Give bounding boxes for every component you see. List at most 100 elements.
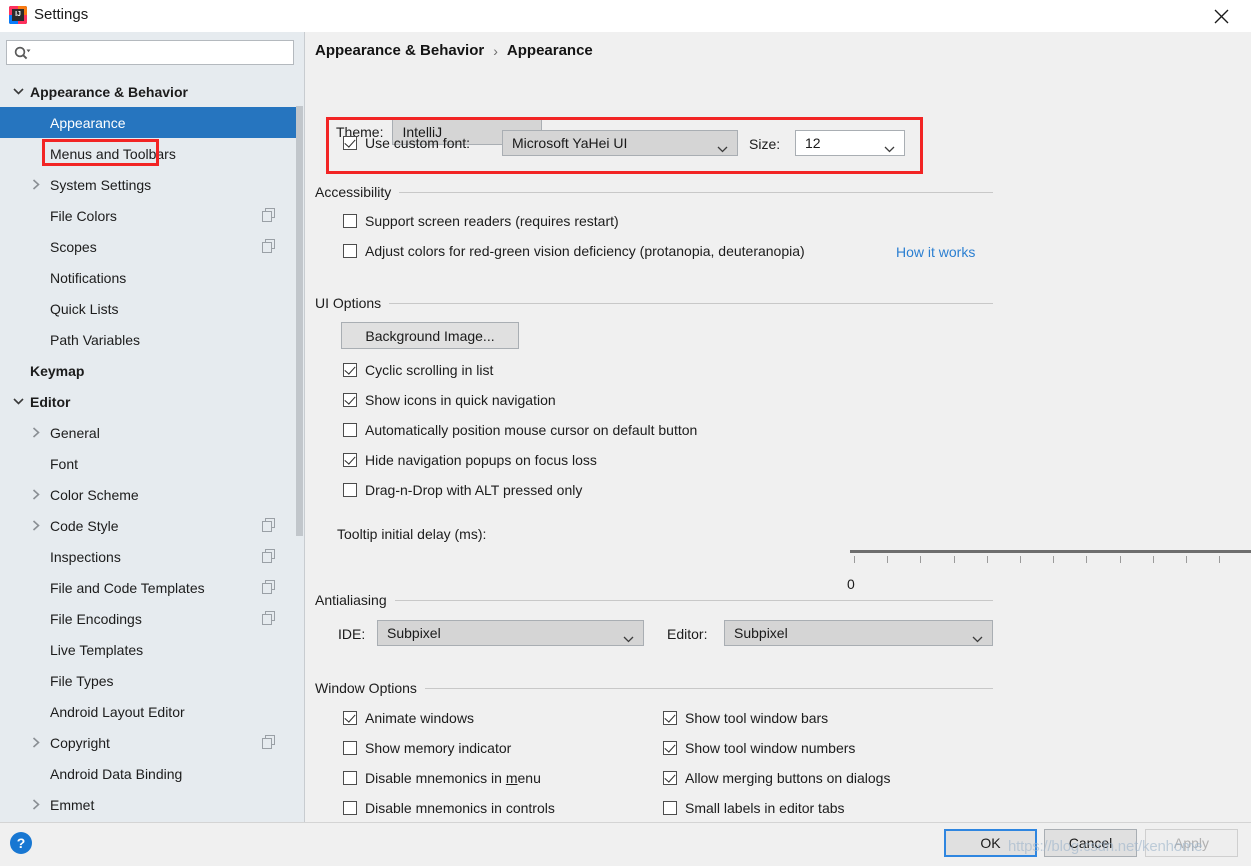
- cyclic-scrolling-checkbox[interactable]: [343, 363, 357, 377]
- chevron-right-icon[interactable]: [28, 487, 44, 503]
- sidebar-item-label: Color Scheme: [50, 487, 139, 503]
- drag-drop-alt-label: Drag-n-Drop with ALT pressed only: [365, 482, 582, 498]
- disable-mnemonics-controls-label: Disable mnemonics in controls: [365, 800, 555, 816]
- show-tool-window-bars-checkbox[interactable]: [663, 711, 677, 725]
- chevron-right-icon[interactable]: [28, 177, 44, 193]
- custom-font-dropdown[interactable]: Microsoft YaHei UI: [502, 130, 738, 156]
- copy-settings-icon[interactable]: [262, 549, 276, 563]
- show-memory-indicator-row[interactable]: Show memory indicator: [343, 740, 511, 756]
- font-size-dropdown[interactable]: 12: [795, 130, 905, 156]
- copy-settings-icon[interactable]: [262, 735, 276, 749]
- sidebar-item-android-data-binding[interactable]: Android Data Binding: [0, 758, 296, 789]
- cancel-button[interactable]: Cancel: [1044, 829, 1137, 857]
- copy-settings-icon[interactable]: [262, 239, 276, 253]
- sidebar-item-keymap[interactable]: Keymap: [0, 355, 296, 386]
- auto-position-cursor-row[interactable]: Automatically position mouse cursor on d…: [343, 422, 697, 438]
- show-tool-window-bars-row[interactable]: Show tool window bars: [663, 710, 828, 726]
- show-tool-window-numbers-checkbox[interactable]: [663, 741, 677, 755]
- disable-mnemonics-controls-row[interactable]: Disable mnemonics in controls: [343, 800, 555, 816]
- chevron-right-icon[interactable]: [28, 797, 44, 813]
- breadcrumb-root[interactable]: Appearance & Behavior: [315, 42, 484, 59]
- sidebar-item-menus-and-toolbars[interactable]: Menus and Toolbars: [0, 138, 296, 169]
- sidebar-item-appearance[interactable]: Appearance: [0, 107, 296, 138]
- chevron-right-icon[interactable]: [28, 735, 44, 751]
- sidebar-item-file-types[interactable]: File Types: [0, 665, 296, 696]
- chevron-down-icon[interactable]: [10, 394, 26, 410]
- drag-drop-alt-checkbox[interactable]: [343, 483, 357, 497]
- show-memory-indicator-checkbox[interactable]: [343, 741, 357, 755]
- use-custom-font-row[interactable]: Use custom font:: [343, 135, 470, 151]
- background-image-button[interactable]: Background Image...: [341, 322, 519, 349]
- sidebar-item-label: File Encodings: [50, 611, 142, 627]
- sidebar-item-code-style[interactable]: Code Style: [0, 510, 296, 541]
- sidebar-item-color-scheme[interactable]: Color Scheme: [0, 479, 296, 510]
- sidebar-item-system-settings[interactable]: System Settings: [0, 169, 296, 200]
- copy-settings-icon[interactable]: [262, 611, 276, 625]
- adjust-colors-row[interactable]: Adjust colors for red-green vision defic…: [343, 243, 805, 259]
- help-icon[interactable]: ?: [10, 832, 32, 854]
- show-tool-window-bars-label: Show tool window bars: [685, 710, 828, 726]
- hide-nav-popups-checkbox[interactable]: [343, 453, 357, 467]
- sidebar-item-file-colors[interactable]: File Colors: [0, 200, 296, 231]
- breadcrumb: Appearance & Behavior › Appearance: [315, 42, 593, 59]
- auto-position-cursor-checkbox[interactable]: [343, 423, 357, 437]
- disable-mnemonics-menu-checkbox[interactable]: [343, 771, 357, 785]
- show-tool-window-numbers-row[interactable]: Show tool window numbers: [663, 740, 855, 756]
- slider-tick: [920, 556, 921, 563]
- small-labels-editor-tabs-checkbox[interactable]: [663, 801, 677, 815]
- sidebar-item-inspections[interactable]: Inspections: [0, 541, 296, 572]
- breadcrumb-separator-icon: ›: [493, 43, 498, 59]
- animate-windows-checkbox[interactable]: [343, 711, 357, 725]
- disable-mnemonics-menu-row[interactable]: Disable mnemonics in menu: [343, 770, 541, 786]
- chevron-right-icon[interactable]: [28, 518, 44, 534]
- sidebar-item-notifications[interactable]: Notifications: [0, 262, 296, 293]
- chevron-down-icon: [717, 140, 728, 156]
- drag-drop-alt-row[interactable]: Drag-n-Drop with ALT pressed only: [343, 482, 582, 498]
- allow-merging-buttons-row[interactable]: Allow merging buttons on dialogs: [663, 770, 890, 786]
- small-labels-editor-tabs-row[interactable]: Small labels in editor tabs: [663, 800, 845, 816]
- chevron-right-icon[interactable]: [28, 425, 44, 441]
- how-it-works-link[interactable]: How it works: [896, 244, 975, 260]
- sidebar-item-quick-lists[interactable]: Quick Lists: [0, 293, 296, 324]
- sidebar-item-scopes[interactable]: Scopes: [0, 231, 296, 262]
- show-icons-quick-nav-checkbox[interactable]: [343, 393, 357, 407]
- ok-button[interactable]: OK: [944, 829, 1037, 857]
- allow-merging-buttons-checkbox[interactable]: [663, 771, 677, 785]
- sidebar-item-file-encodings[interactable]: File Encodings: [0, 603, 296, 634]
- sidebar-item-live-templates[interactable]: Live Templates: [0, 634, 296, 665]
- sidebar-item-android-layout-editor[interactable]: Android Layout Editor: [0, 696, 296, 727]
- support-screen-readers-row[interactable]: Support screen readers (requires restart…: [343, 213, 619, 229]
- sidebar-scrollbar-thumb[interactable]: [296, 106, 303, 536]
- sidebar-item-file-and-code-templates[interactable]: File and Code Templates: [0, 572, 296, 603]
- chevron-down-icon: [623, 630, 634, 646]
- sidebar-item-copyright[interactable]: Copyright: [0, 727, 296, 758]
- sidebar-item-editor[interactable]: Editor: [0, 386, 296, 417]
- sidebar-scrollbar[interactable]: [295, 76, 304, 822]
- tooltip-delay-slider-track[interactable]: [850, 550, 1251, 553]
- adjust-colors-checkbox[interactable]: [343, 244, 357, 258]
- copy-settings-icon[interactable]: [262, 208, 276, 222]
- editor-antialiasing-dropdown[interactable]: Subpixel: [724, 620, 993, 646]
- disable-mnemonics-controls-checkbox[interactable]: [343, 801, 357, 815]
- ide-antialiasing-dropdown[interactable]: Subpixel: [377, 620, 644, 646]
- copy-settings-icon[interactable]: [262, 580, 276, 594]
- search-input[interactable]: [37, 41, 287, 64]
- sidebar-item-appearance-behavior[interactable]: Appearance & Behavior: [0, 76, 296, 107]
- ui-options-group-header: UI Options: [315, 295, 993, 311]
- chevron-down-icon[interactable]: [10, 84, 26, 100]
- show-icons-quick-nav-row[interactable]: Show icons in quick navigation: [343, 392, 556, 408]
- search-box[interactable]: [6, 40, 294, 65]
- hide-nav-popups-row[interactable]: Hide navigation popups on focus loss: [343, 452, 597, 468]
- cyclic-scrolling-row[interactable]: Cyclic scrolling in list: [343, 362, 493, 378]
- copy-settings-icon[interactable]: [262, 518, 276, 532]
- slider-tick: [1086, 556, 1087, 563]
- sidebar-item-general[interactable]: General: [0, 417, 296, 448]
- support-screen-readers-checkbox[interactable]: [343, 214, 357, 228]
- animate-windows-row[interactable]: Animate windows: [343, 710, 474, 726]
- slider-tick: [1020, 556, 1021, 563]
- close-icon[interactable]: [1199, 0, 1243, 32]
- use-custom-font-checkbox[interactable]: [343, 136, 357, 150]
- sidebar-item-font[interactable]: Font: [0, 448, 296, 479]
- sidebar-item-emmet[interactable]: Emmet: [0, 789, 296, 820]
- sidebar-item-path-variables[interactable]: Path Variables: [0, 324, 296, 355]
